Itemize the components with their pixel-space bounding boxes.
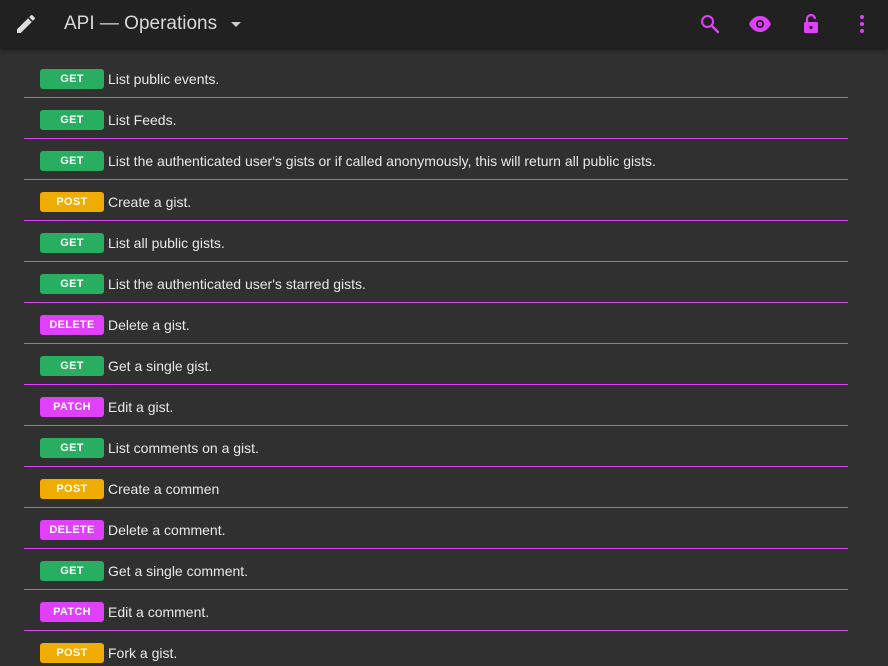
operation-summary: List public events.: [108, 71, 220, 87]
operations-list: GET List public events. GET List Feeds. GET L…: [0, 48, 888, 666]
operation-row[interactable]: GET List Feeds.: [24, 98, 848, 139]
operation-summary: Edit a comment.: [108, 604, 210, 620]
operation-row[interactable]: GET List comments on a gist.: [24, 426, 848, 467]
method-badge: GET: [40, 356, 104, 376]
operation-summary: Edit a gist.: [108, 399, 174, 415]
more-vert-icon[interactable]: [850, 12, 874, 36]
operation-summary: List Feeds.: [108, 112, 177, 128]
operation-summary: Fork a gist.: [108, 645, 178, 661]
operation-row[interactable]: PATCH Edit a comment.: [24, 590, 848, 631]
method-badge: DELETE: [40, 315, 104, 335]
operation-summary: Delete a gist.: [108, 317, 190, 333]
top-toolbar: API — Operations: [0, 0, 888, 48]
operation-row[interactable]: GET Get a single gist.: [24, 344, 848, 385]
operation-row[interactable]: POST Create a commen: [24, 467, 848, 508]
method-badge: POST: [40, 192, 104, 212]
method-badge: GET: [40, 561, 104, 581]
operation-row[interactable]: GET Get a single comment.: [24, 549, 848, 590]
operation-row[interactable]: DELETE Delete a gist.: [24, 303, 848, 344]
method-badge: GET: [40, 233, 104, 253]
method-badge: GET: [40, 69, 104, 89]
method-badge: GET: [40, 274, 104, 294]
operation-summary: Get a single gist.: [108, 358, 213, 374]
operation-row[interactable]: DELETE Delete a comment.: [24, 508, 848, 549]
search-icon[interactable]: [698, 12, 722, 36]
operation-row[interactable]: GET List the authenticated user's starred…: [24, 262, 848, 303]
operation-summary: Get a single comment.: [108, 563, 249, 579]
pencil-icon[interactable]: [14, 12, 38, 36]
operation-summary: List comments on a gist.: [108, 440, 259, 456]
app-window: API — Operations GET List public events.…: [0, 0, 888, 666]
operation-summary: Create a gist.: [108, 194, 192, 210]
operation-row[interactable]: GET List the authenticated user's gists o…: [24, 139, 848, 180]
operation-summary: List all public gists.: [108, 235, 225, 251]
operation-row[interactable]: POST Fork a gist.: [24, 631, 848, 666]
operation-row[interactable]: GET List public events.: [24, 57, 848, 98]
operation-summary: Create a commen: [108, 481, 220, 497]
method-badge: GET: [40, 151, 104, 171]
page-title[interactable]: API — Operations: [64, 13, 217, 35]
operation-summary: Delete a comment.: [108, 522, 226, 538]
operation-summary: List the authenticated user's gists or i…: [108, 153, 656, 169]
method-badge: GET: [40, 110, 104, 130]
operation-row[interactable]: GET List all public gists.: [24, 221, 848, 262]
operation-row[interactable]: POST Create a gist.: [24, 180, 848, 221]
operation-row[interactable]: PATCH Edit a gist.: [24, 385, 848, 426]
operation-summary: List the authenticated user's starred gi…: [108, 276, 366, 292]
eye-icon[interactable]: [748, 12, 772, 36]
method-badge: PATCH: [40, 397, 104, 417]
method-badge: DELETE: [40, 520, 104, 540]
lock-icon[interactable]: [799, 12, 823, 36]
method-badge: PATCH: [40, 602, 104, 622]
method-badge: POST: [40, 479, 104, 499]
method-badge: GET: [40, 438, 104, 458]
caret-down-icon[interactable]: [229, 17, 243, 31]
method-badge: POST: [40, 643, 104, 663]
